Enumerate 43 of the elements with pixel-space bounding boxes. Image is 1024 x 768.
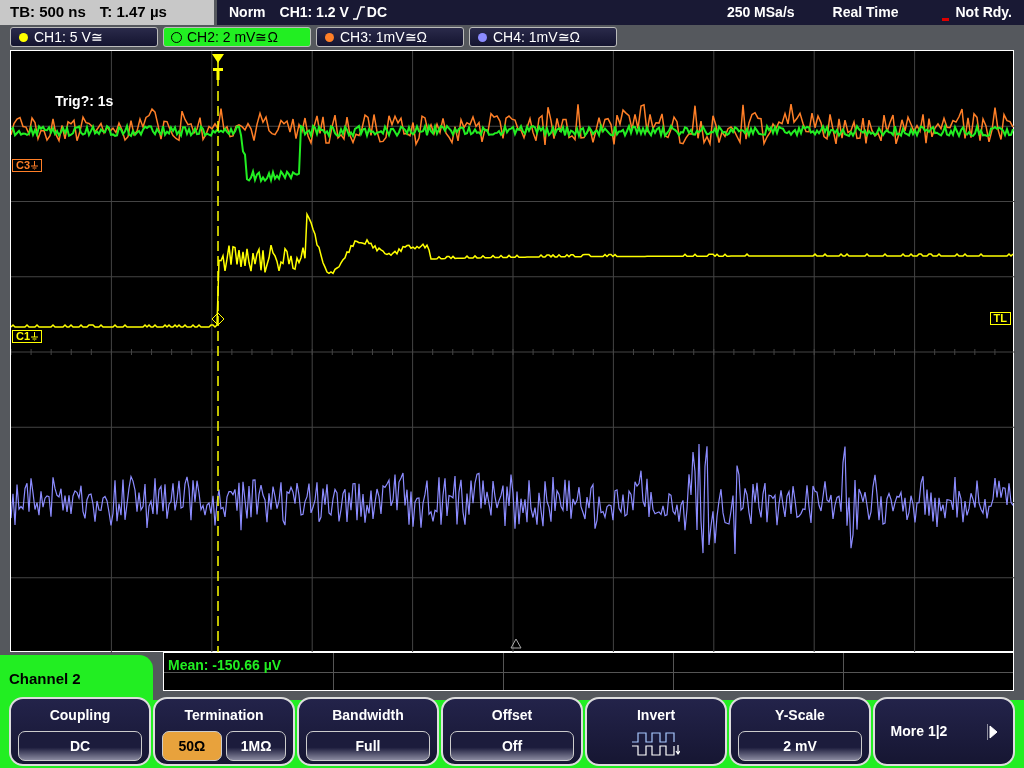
softkey[interactable]: Invert	[585, 697, 727, 766]
rising-edge-icon	[352, 5, 365, 20]
softkey-title: Offset	[491, 706, 533, 725]
softkey-title: Invert	[636, 706, 676, 725]
softkey[interactable]: Offset Off	[441, 697, 583, 766]
trigger-mode-label: Norm	[229, 3, 266, 22]
marker-label: C3	[16, 160, 31, 171]
channel-tab[interactable]: CH3: 1mV≅Ω	[316, 27, 464, 47]
option-button[interactable]: 1MΩ	[226, 731, 287, 761]
channel-tab[interactable]: CH2: 2 mV≅Ω	[163, 27, 311, 47]
marker-label: C1	[16, 331, 31, 342]
timebase-label: TB: 500 ns	[10, 2, 86, 23]
trigger-marker-icon	[212, 54, 224, 80]
softkey[interactable]: Coupling DC	[9, 697, 151, 766]
value-button[interactable]: 2 mV	[737, 731, 863, 761]
softkey[interactable]: Termination 50Ω 1MΩ	[153, 697, 295, 766]
trigger-source-label: CH1: 1.2 V	[279, 3, 349, 22]
trigger-time-label: T: 1.47 µs	[99, 2, 167, 23]
value-button[interactable]: Off	[449, 731, 575, 761]
trigger-coupling-label: DC	[366, 3, 388, 22]
option-button[interactable]: 50Ω	[161, 731, 222, 761]
softkey-title: Bandwidth	[332, 706, 404, 725]
channel-tab[interactable]: CH4: 1mV≅Ω	[469, 27, 617, 47]
next-page-icon	[987, 723, 998, 740]
measurement-readout: Mean: -150.66 µV	[167, 657, 282, 673]
softkey-title: Coupling	[49, 706, 111, 725]
sample-rate-label: 250 MSa/s	[726, 3, 795, 22]
invert-waveform-icon	[632, 731, 680, 757]
more-softkey[interactable]: More 1|2	[873, 697, 1015, 766]
softkey-title: Y-Scale	[775, 706, 825, 725]
value-button[interactable]: Full	[305, 731, 431, 761]
status-indicator-icon	[942, 18, 950, 21]
trigger-level-marker-icon	[211, 312, 225, 326]
value-button[interactable]: DC	[17, 731, 143, 761]
softkey-title: Termination	[184, 706, 264, 725]
acquisition-mode-label: Real Time	[832, 3, 899, 22]
marker-label: TL	[993, 313, 1007, 324]
softkey[interactable]: Bandwidth Full	[297, 697, 439, 766]
trigger-offset-icon	[510, 638, 522, 649]
acquisition-state-label: Not Rdy.	[955, 3, 1012, 22]
channel-tab[interactable]: CH1: 5 V≅	[10, 27, 158, 47]
trigger-timeout-label: Trig?: 1s	[55, 92, 114, 111]
softkey[interactable]: Y-Scale 2 mV	[729, 697, 871, 766]
